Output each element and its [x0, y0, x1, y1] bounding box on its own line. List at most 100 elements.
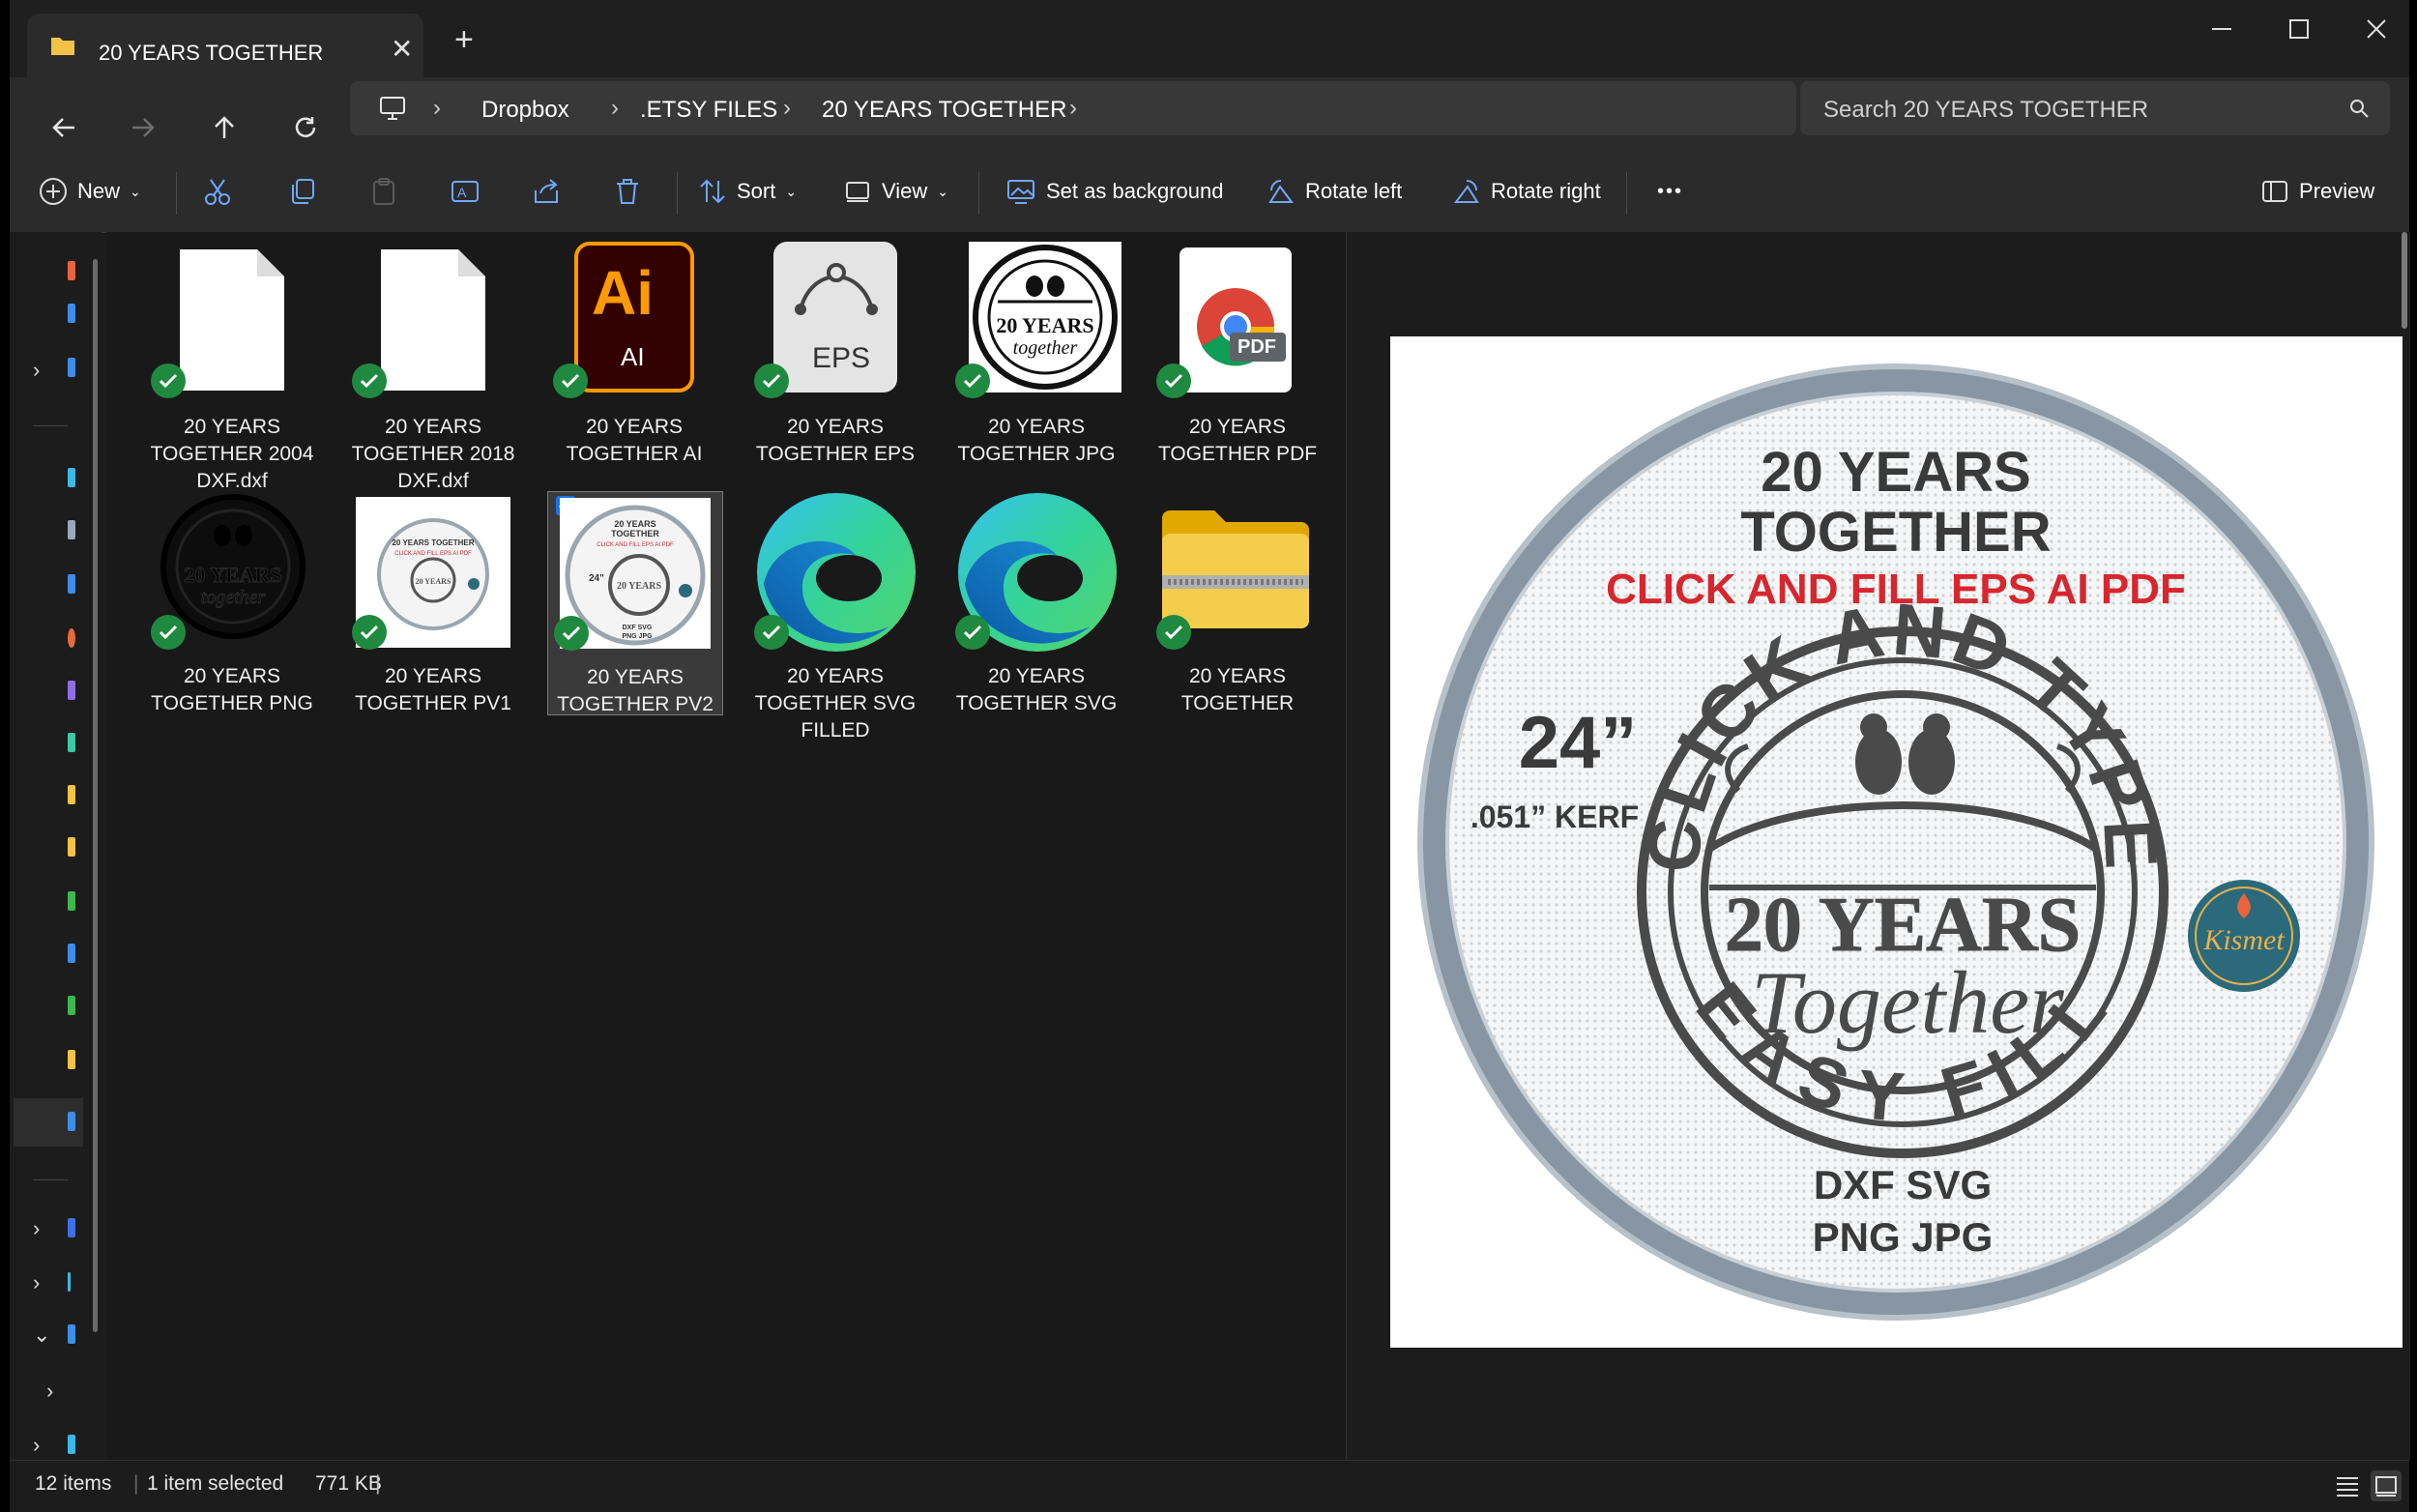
arrow-left-icon: [52, 118, 74, 137]
svg-text:20 YEARS: 20 YEARS: [416, 577, 451, 586]
chevron-down-icon: ⌄: [785, 183, 798, 199]
file-item-jpg[interactable]: 20 YEARS together 20 YEARS TOGETHER JPG: [949, 242, 1123, 465]
collapse-chevron-icon[interactable]: ⌄: [33, 1323, 50, 1348]
new-button[interactable]: New ⌄: [39, 174, 141, 209]
minimize-icon: [2212, 28, 2231, 30]
breadcrumb-etsy-files[interactable]: .ETSY FILES: [640, 97, 777, 124]
copy-icon: [292, 179, 314, 204]
file-item-ai[interactable]: Ai AI 20 YEARS TOGETHER AI: [547, 242, 721, 465]
nav-item-icon[interactable]: [68, 261, 75, 280]
nav-item-icon[interactable]: [68, 733, 75, 752]
close-icon: [2367, 19, 2386, 39]
expand-chevron-icon[interactable]: ›: [33, 1270, 40, 1295]
nav-item-icon[interactable]: [68, 891, 75, 911]
synced-check-icon: [151, 363, 186, 398]
file-item-png[interactable]: 20 YEARS together 20 YEARS TOGETHER PNG: [145, 491, 319, 714]
breadcrumb-dropbox[interactable]: Dropbox: [481, 97, 569, 124]
file-item-eps[interactable]: EPS 20 YEARS TOGETHER EPS: [748, 242, 922, 465]
address-bar[interactable]: › Dropbox › .ETSY FILES › 20 YEARS TOGET…: [350, 81, 1796, 135]
nav-item-icon[interactable]: [68, 574, 75, 594]
minimize-button[interactable]: [2193, 10, 2251, 48]
rename-button[interactable]: A: [451, 174, 480, 209]
breadcrumb-chevron-icon[interactable]: ›: [783, 95, 791, 122]
set-as-background-label: Set as background: [1046, 179, 1224, 203]
file-item-2004-dxf[interactable]: 20 YEARS TOGETHER 2004 DXF.dxf: [145, 242, 319, 492]
back-button[interactable]: [43, 106, 85, 149]
expand-chevron-icon[interactable]: ›: [33, 1433, 40, 1458]
nav-item-icon[interactable]: [68, 1324, 75, 1344]
file-item-pdf[interactable]: PDF 20 YEARS TOGETHER PDF: [1150, 242, 1325, 465]
maximize-button[interactable]: [2270, 10, 2328, 48]
share-icon: [535, 179, 558, 203]
nav-item-icon[interactable]: [68, 1272, 71, 1292]
synced-check-icon: [754, 363, 789, 398]
details-view-button[interactable]: [2334, 1472, 2361, 1499]
nav-item-icon[interactable]: [68, 1112, 75, 1131]
search-input[interactable]: Search 20 YEARS TOGETHER: [1823, 97, 2148, 124]
nav-scrollbar[interactable]: [93, 259, 98, 1332]
preview-scrollbar[interactable]: [2402, 232, 2407, 329]
svg-text:together: together: [201, 587, 266, 608]
breadcrumb-chevron-icon[interactable]: ›: [433, 95, 441, 122]
svg-text:20 YEARS: 20 YEARS: [617, 581, 661, 592]
search-box[interactable]: Search 20 YEARS TOGETHER: [1800, 81, 2390, 135]
nav-item-icon[interactable]: [68, 520, 75, 539]
new-tab-button[interactable]: +: [454, 21, 474, 59]
rotate-left-button[interactable]: Rotate left: [1267, 174, 1402, 209]
nav-item-icon[interactable]: [68, 628, 75, 648]
tab-20-years-together[interactable]: 20 YEARS TOGETHER ✕: [27, 14, 423, 77]
close-tab-icon[interactable]: ✕: [391, 33, 413, 65]
file-item-pv1[interactable]: 20 YEARS TOGETHER CLICK AND FILL EPS AI …: [346, 491, 520, 714]
sort-button[interactable]: Sort ⌄: [698, 174, 797, 209]
rotate-right-button[interactable]: Rotate right: [1452, 174, 1601, 209]
file-item-pv2[interactable]: 20 YEARS TOGETHER CLICK AND FILL EPS AI …: [547, 491, 723, 715]
nav-item-icon[interactable]: [68, 304, 75, 323]
nav-item-icon[interactable]: [68, 996, 75, 1015]
refresh-icon: [295, 117, 316, 137]
view-button[interactable]: View ⌄: [843, 174, 948, 209]
svg-text:20 YEARS: 20 YEARS: [184, 563, 281, 587]
nav-item-icon[interactable]: [68, 358, 75, 377]
preview-pane-button[interactable]: Preview: [2260, 174, 2374, 209]
nav-item-icon[interactable]: [68, 468, 75, 487]
synced-check-icon: [553, 363, 588, 398]
rotate-right-label: Rotate right: [1491, 179, 1601, 203]
close-window-button[interactable]: [2347, 10, 2405, 48]
svg-text:TOGETHER: TOGETHER: [611, 529, 659, 538]
file-item-svg-filled[interactable]: 20 YEARS TOGETHER SVG FILLED: [748, 491, 922, 741]
nav-item-icon[interactable]: [68, 1218, 75, 1237]
details-view-icon: [2337, 1477, 2358, 1497]
nav-item-icon[interactable]: [68, 1050, 75, 1069]
refresh-button[interactable]: [284, 106, 327, 149]
navigation-pane: › › › ⌄ › ›: [10, 232, 102, 1460]
breadcrumb-chevron-icon[interactable]: ›: [611, 95, 619, 122]
expand-chevron-icon[interactable]: ›: [33, 358, 40, 383]
expand-chevron-icon[interactable]: ›: [46, 1379, 53, 1404]
file-item-zip-folder[interactable]: 20 YEARS TOGETHER: [1150, 491, 1325, 714]
file-item-svg[interactable]: 20 YEARS TOGETHER SVG: [949, 491, 1123, 714]
cut-button[interactable]: [203, 174, 232, 209]
selection-count: 1 item selected: [147, 1472, 284, 1495]
plus-circle-icon: [40, 178, 67, 205]
up-button[interactable]: [203, 106, 246, 149]
set-as-background-button[interactable]: Set as background: [1005, 174, 1223, 209]
tiles-view-button[interactable]: [2371, 1470, 2402, 1501]
nav-item-icon[interactable]: [68, 785, 75, 804]
synced-check-icon: [955, 615, 990, 650]
expand-chevron-icon[interactable]: ›: [33, 1216, 40, 1241]
nav-item-icon[interactable]: [68, 1435, 75, 1454]
share-button[interactable]: [532, 174, 561, 209]
svg-text:24": 24": [589, 573, 604, 584]
nav-item-icon[interactable]: [68, 944, 75, 963]
forward-button[interactable]: [122, 106, 164, 149]
file-name: 20 YEARS TOGETHER SVG FILLED: [754, 665, 917, 741]
delete-button[interactable]: [613, 174, 642, 209]
copy-button[interactable]: [288, 174, 317, 209]
nav-item-icon[interactable]: [68, 681, 75, 700]
breadcrumb-20-years-together[interactable]: 20 YEARS TOGETHER: [822, 97, 1066, 124]
breadcrumb-chevron-icon[interactable]: ›: [1069, 95, 1077, 122]
paste-button[interactable]: [369, 174, 398, 209]
nav-item-icon[interactable]: [68, 837, 75, 857]
more-options-button[interactable]: •••: [1657, 174, 1683, 209]
file-item-2018-dxf[interactable]: 20 YEARS TOGETHER 2018 DXF.dxf: [346, 242, 520, 492]
